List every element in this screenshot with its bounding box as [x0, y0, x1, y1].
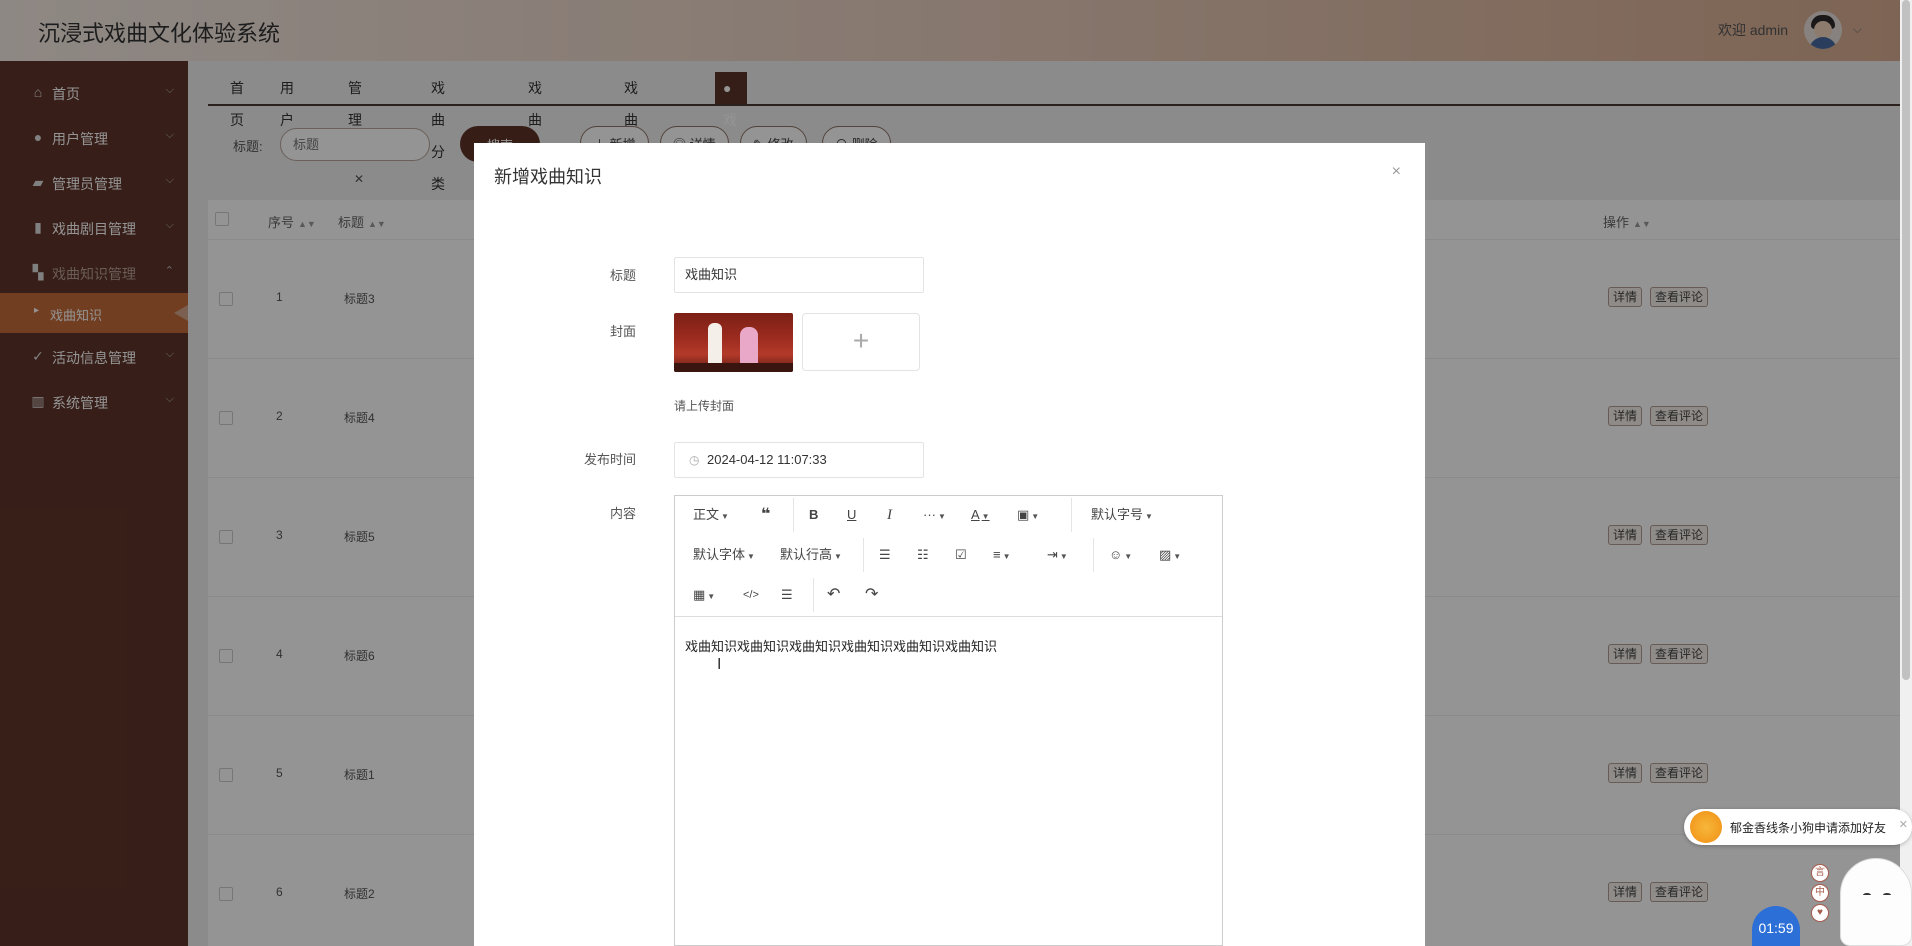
table-icon[interactable]: ▦ ▼ [693, 580, 715, 610]
more-styles-icon[interactable]: ··· ▼ [923, 500, 946, 530]
line-height-dropdown[interactable]: 默认行高 ▼ [780, 540, 842, 570]
align-icon[interactable]: ≡ ▼ [993, 540, 1011, 570]
numbered-list-icon[interactable]: ☷ [917, 540, 929, 570]
image-icon[interactable]: ▨ ▼ [1159, 540, 1181, 570]
font-size-dropdown[interactable]: 默认字号 ▼ [1091, 500, 1153, 530]
quote-icon[interactable]: ❝ [761, 500, 770, 530]
plus-icon: + [852, 325, 870, 356]
dialog-title: 新增戏曲知识 [494, 167, 602, 187]
page-scrollbar[interactable] [1900, 0, 1912, 946]
publish-time-value: 2024-04-12 11:07:33 [707, 452, 827, 467]
redo-icon[interactable]: ↷ [865, 580, 878, 610]
chat-bubble-icon[interactable]: 言 [1811, 864, 1829, 882]
toast-text: 郁金香线条小狗申请添加好友 [1730, 821, 1887, 835]
scrollbar-thumb[interactable] [1902, 0, 1910, 680]
todo-checkbox-icon[interactable]: ☑ [955, 540, 967, 570]
italic-icon[interactable]: I [887, 500, 892, 530]
timer-badge[interactable]: 01:59 [1752, 906, 1800, 946]
close-icon[interactable]: ✕ [1899, 818, 1908, 831]
paragraph-format-dropdown[interactable]: 正文 ▼ [693, 500, 729, 530]
code-icon[interactable]: </> [743, 580, 759, 610]
emoji-icon[interactable]: ☺ ▼ [1109, 540, 1132, 570]
close-icon[interactable]: × [1392, 163, 1401, 181]
friend-request-toast[interactable]: 郁金香线条小狗申请添加好友 ✕ [1684, 809, 1912, 845]
editor-content[interactable]: 戏曲知识戏曲知识戏曲知识戏曲知识戏曲知识戏曲知识 [685, 636, 997, 655]
cover-field-label: 封面 [609, 324, 636, 339]
undo-icon[interactable]: ↶ [827, 580, 840, 610]
rich-text-editor: 正文 ▼ ❝ B U I ··· ▼ A ▼ ▣ ▼ 默认字号 ▼ 默认字体 ▼ 默认行高 ▼… [674, 495, 1223, 946]
cover-hint: 请上传封面 [674, 399, 735, 413]
background-color-icon[interactable]: ▣ ▼ [1017, 500, 1039, 530]
divider-icon[interactable]: ☰ [781, 580, 793, 610]
editor-toolbar: 正文 ▼ ❝ B U I ··· ▼ A ▼ ▣ ▼ 默认字号 ▼ 默认字体 ▼ 默认行高 ▼… [675, 496, 1222, 617]
indent-icon[interactable]: ⇥ ▼ [1047, 540, 1068, 570]
publish-time-label: 发布时间 [583, 452, 636, 467]
language-icon[interactable]: 中 [1811, 884, 1829, 902]
add-knowledge-dialog: 新增戏曲知识 × 标题 戏曲知识 封面 + 请上传封面 发布时间 ◷ 2024-… [474, 143, 1425, 946]
font-family-dropdown[interactable]: 默认字体 ▼ [693, 540, 755, 570]
cover-image[interactable] [674, 313, 793, 372]
mascot-icon[interactable] [1840, 858, 1912, 946]
content-field-label: 内容 [609, 506, 636, 521]
bold-icon[interactable]: B [809, 500, 818, 530]
title-input[interactable]: 戏曲知识 [674, 257, 924, 293]
underline-icon[interactable]: U [847, 500, 856, 530]
text-cursor-icon: I [717, 656, 722, 673]
publish-time-picker[interactable]: ◷ 2024-04-12 11:07:33 [674, 442, 924, 478]
upload-button[interactable]: + [802, 313, 920, 371]
bulleted-list-icon[interactable]: ☰ [879, 540, 891, 570]
heart-icon[interactable]: ♥ [1811, 904, 1829, 922]
font-color-icon[interactable]: A ▼ [971, 500, 990, 530]
clock-icon: ◷ [689, 453, 700, 467]
sun-avatar-icon [1690, 811, 1722, 843]
title-field-label: 标题 [609, 268, 636, 283]
